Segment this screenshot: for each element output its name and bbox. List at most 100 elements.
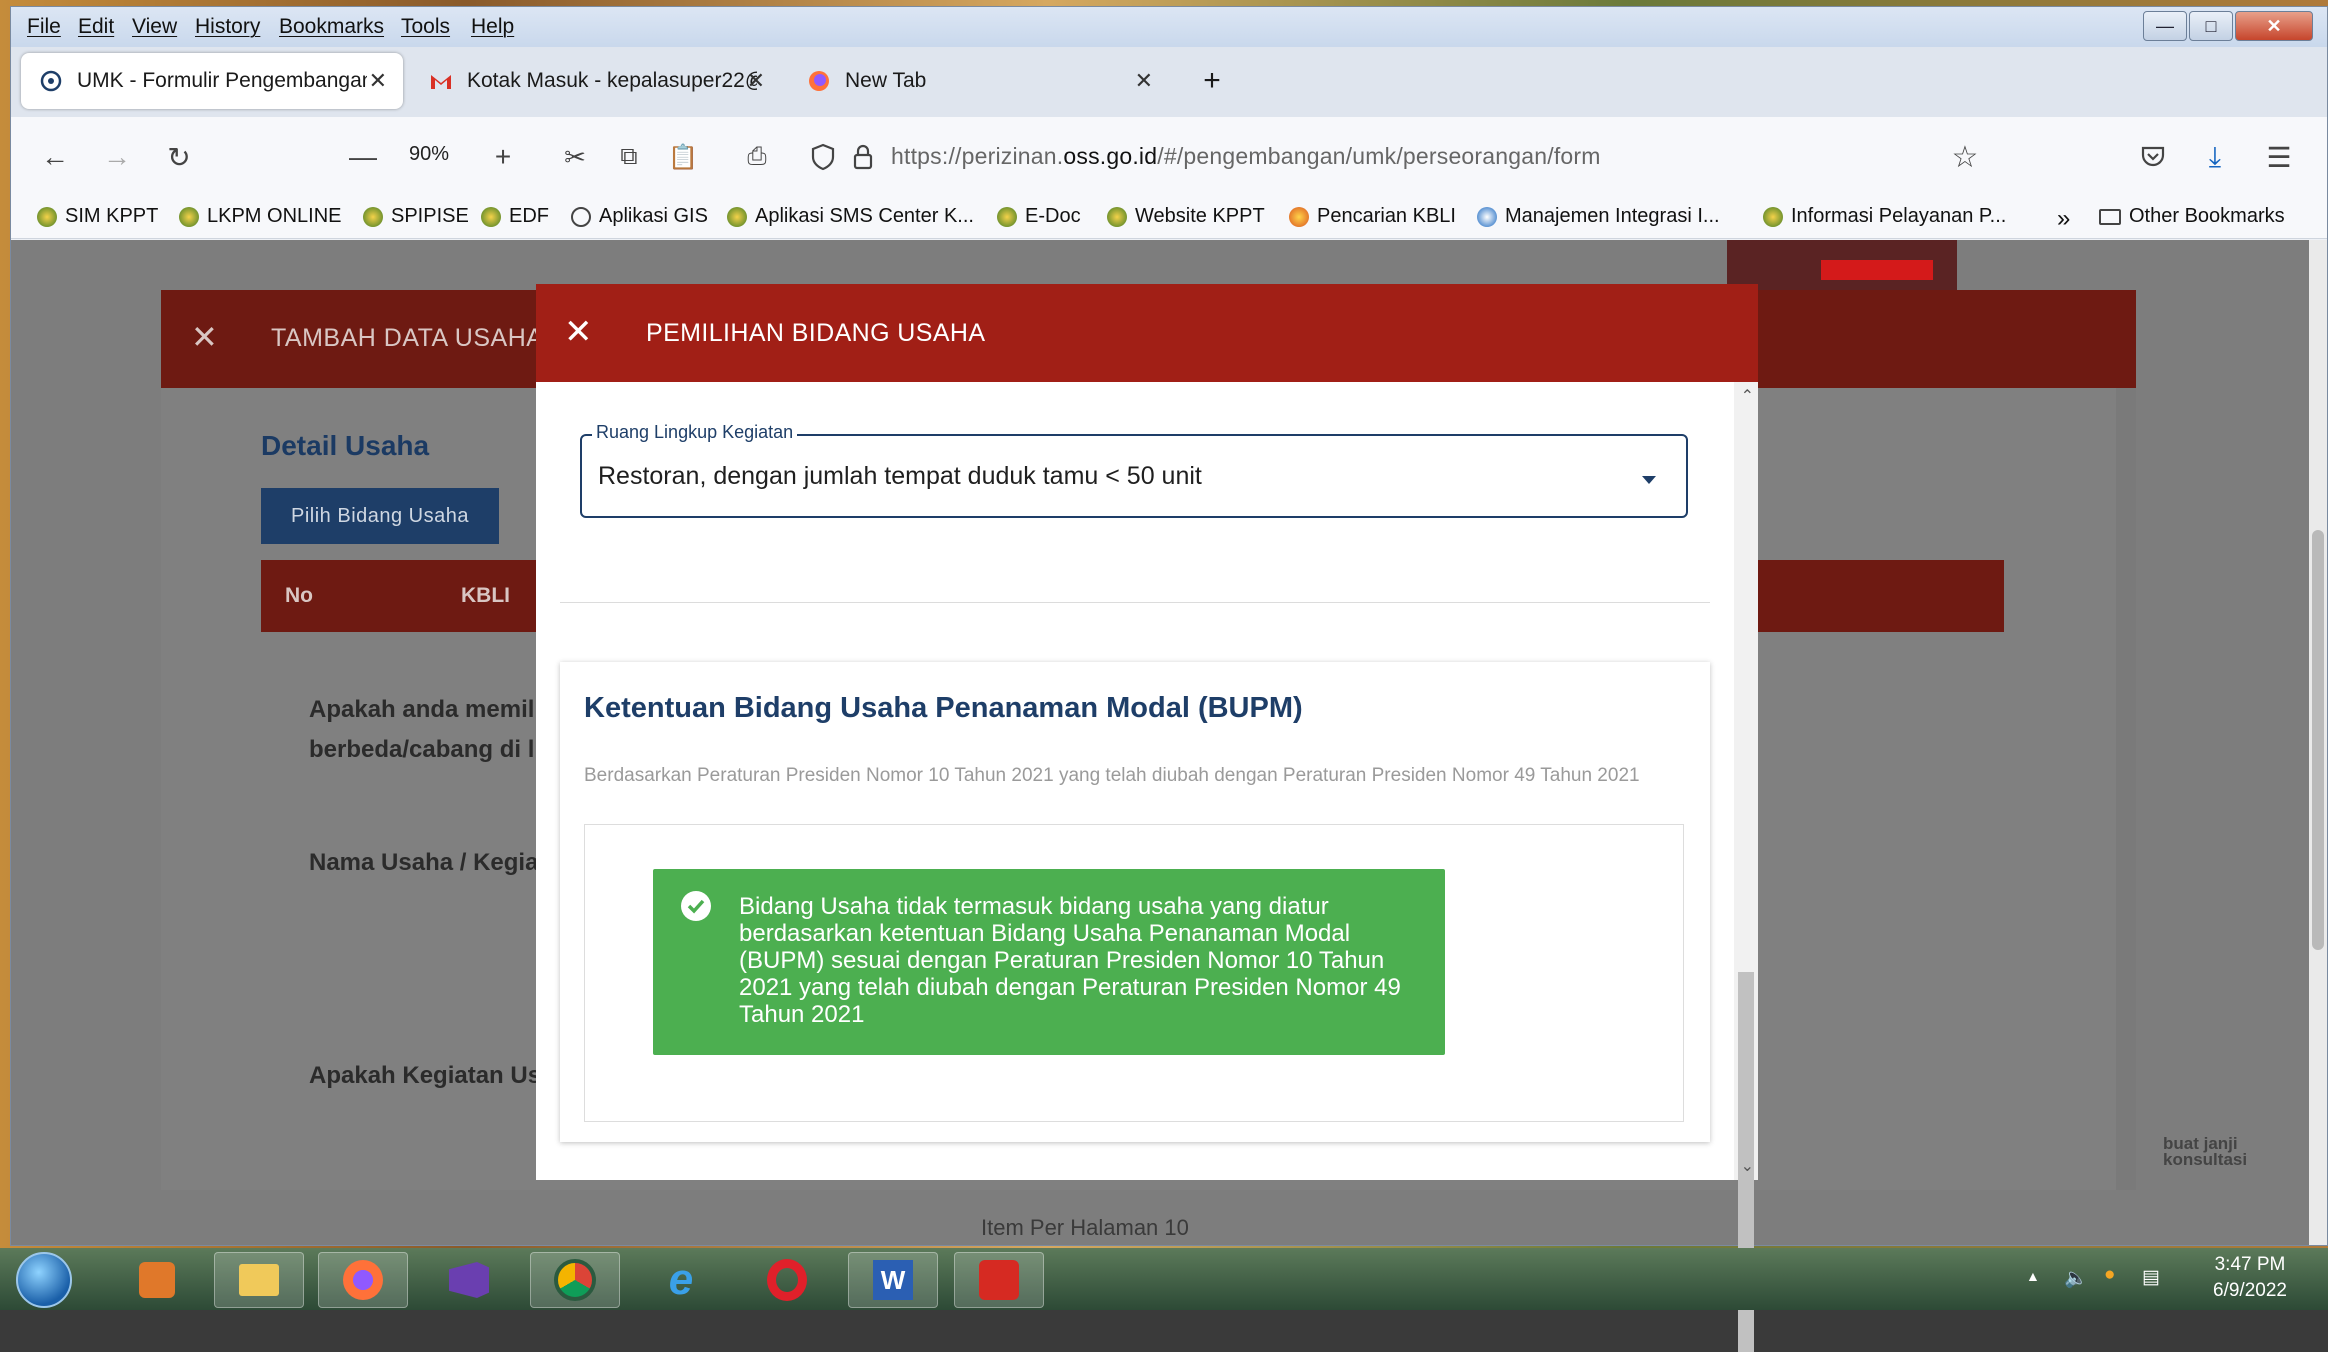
back-arrow-icon[interactable]: ← xyxy=(37,139,73,175)
tab-label: New Tab xyxy=(845,69,927,92)
bookmark-item[interactable]: Pencarian KBLI xyxy=(1289,205,1456,228)
bookmark-item[interactable]: SIM KPPT xyxy=(37,205,158,228)
page-scrollbar-thumb[interactable] xyxy=(2312,530,2324,950)
bookmark-item[interactable]: E-Doc xyxy=(997,205,1081,228)
cut-icon[interactable]: ✂ xyxy=(557,139,593,175)
pdf-icon[interactable] xyxy=(954,1252,1044,1308)
download-icon[interactable]: ⤓ xyxy=(2197,139,2233,175)
user-name-redacted xyxy=(1821,260,1933,280)
modal-scrollbar[interactable] xyxy=(2116,388,2136,1190)
menu-hamburger-icon[interactable]: ☰ xyxy=(2261,139,2297,175)
menu-tools[interactable]: Tools xyxy=(401,15,450,39)
chrome-icon[interactable] xyxy=(530,1252,620,1308)
bookmarks-overflow-icon[interactable]: » xyxy=(2057,205,2070,233)
ruang-lingkup-select[interactable]: Ruang Lingkup Kegiatan Restoran, dengan … xyxy=(580,422,1688,518)
dropdown-arrow-icon[interactable] xyxy=(1642,476,1656,484)
check-circle-icon xyxy=(681,891,711,921)
opera-icon[interactable] xyxy=(742,1252,832,1308)
paste-icon[interactable]: 📋 xyxy=(665,139,701,175)
zoom-level[interactable]: 90% xyxy=(409,143,449,166)
column-header-kbli: KBLI xyxy=(461,584,510,607)
modal-scrollbar[interactable]: ⌃ ⌄ xyxy=(1734,382,1758,1352)
forward-arrow-icon[interactable]: → xyxy=(99,139,135,175)
menu-edit[interactable]: Edit xyxy=(78,15,114,39)
visual-studio-icon[interactable] xyxy=(424,1252,514,1308)
tab-close-icon[interactable]: ✕ xyxy=(747,68,765,94)
page-scrollbar[interactable] xyxy=(2309,240,2327,1245)
menu-help[interactable]: Help xyxy=(471,15,514,39)
menu-bookmarks[interactable]: Bookmarks xyxy=(279,15,384,39)
close-icon[interactable]: ✕ xyxy=(191,318,218,356)
pemilihan-bidang-usaha-modal: ✕ PEMILIHAN BIDANG USAHA Ruang Lingkup K… xyxy=(536,284,1758,1352)
new-tab-button[interactable]: + xyxy=(1187,53,1237,109)
success-alert: Bidang Usaha tidak termasuk bidang usaha… xyxy=(653,869,1445,1055)
bookmark-item[interactable]: Aplikasi GIS xyxy=(571,205,708,228)
zoom-in-icon[interactable]: + xyxy=(485,139,521,175)
field-value: Restoran, dengan jumlah tempat duduk tam… xyxy=(598,462,1202,490)
scroll-down-icon[interactable]: ⌄ xyxy=(1741,1156,1754,1176)
items-per-page: Item Per Halaman 10 xyxy=(981,1215,1189,1240)
window-close-button[interactable]: ✕ xyxy=(2235,11,2313,41)
bookmark-item[interactable]: Website KPPT xyxy=(1107,205,1265,228)
zoom-out-icon[interactable]: — xyxy=(345,139,381,175)
reload-icon[interactable]: ↻ xyxy=(161,139,197,175)
internet-explorer-icon[interactable]: e xyxy=(636,1252,726,1308)
tab-close-icon[interactable]: ✕ xyxy=(369,68,387,94)
bookmark-favicon-icon xyxy=(363,206,383,227)
copy-icon[interactable]: ⧉ xyxy=(611,139,647,175)
tab-new-tab[interactable]: New Tab ✕ xyxy=(789,53,1169,109)
question-cabang: Apakah anda memil xyxy=(309,696,535,723)
bookmark-item[interactable]: LKPM ONLINE xyxy=(179,205,341,228)
minimize-button[interactable]: — xyxy=(2143,11,2187,41)
menu-history[interactable]: History xyxy=(195,15,260,39)
bookmark-star-icon[interactable]: ☆ xyxy=(1947,139,1983,175)
scroll-up-icon[interactable]: ⌃ xyxy=(1741,386,1754,406)
bookmarks-toolbar: SIM KPPT LKPM ONLINE SPIPISE EDF Aplikas… xyxy=(11,197,2327,239)
start-button[interactable] xyxy=(16,1252,72,1308)
bookmark-favicon-icon xyxy=(481,206,501,227)
file-explorer-icon[interactable] xyxy=(214,1252,304,1308)
tray-expand-icon[interactable]: ▲ xyxy=(2026,1268,2040,1284)
bookmark-item[interactable]: Aplikasi SMS Center K... xyxy=(727,205,974,228)
url-bar[interactable]: https://perizinan.oss.go.id/#/pengembang… xyxy=(891,143,1601,170)
close-icon[interactable]: ✕ xyxy=(564,312,593,352)
bookmark-favicon-icon xyxy=(1107,206,1127,227)
shield-icon[interactable] xyxy=(805,139,841,175)
avast-icon[interactable]: ● xyxy=(2104,1264,2115,1286)
media-player-icon[interactable] xyxy=(112,1252,202,1308)
bookmark-item[interactable]: Manajemen Integrasi I... xyxy=(1477,205,1720,228)
print-icon[interactable]: ⎙ xyxy=(739,139,775,175)
question-cabang-line2: berbeda/cabang di l xyxy=(309,736,535,763)
modal-title: PEMILIHAN BIDANG USAHA xyxy=(646,319,986,347)
clock-date: 6/9/2022 xyxy=(2213,1280,2287,1301)
word-icon[interactable]: W xyxy=(848,1252,938,1308)
firefox-icon xyxy=(807,69,831,93)
network-icon[interactable]: ▤ xyxy=(2142,1266,2160,1289)
firefox-taskbar-icon[interactable] xyxy=(318,1252,408,1308)
buat-janji-konsultasi-widget[interactable]: buat janji konsultasi xyxy=(2163,1135,2247,1168)
tab-umk-form[interactable]: UMK - Formulir Pengembangan ✕ xyxy=(21,53,403,109)
modal-title: TAMBAH DATA USAHA xyxy=(271,324,544,352)
lock-icon[interactable] xyxy=(845,139,881,175)
bookmark-item[interactable]: EDF xyxy=(481,205,549,228)
menu-view[interactable]: View xyxy=(132,15,177,39)
bookmark-favicon-icon xyxy=(1763,206,1783,227)
card-subtitle: Berdasarkan Peraturan Presiden Nomor 10 … xyxy=(584,765,1640,786)
tab-close-icon[interactable]: ✕ xyxy=(1135,68,1153,94)
bookmark-favicon-icon xyxy=(1289,206,1309,227)
pocket-icon[interactable] xyxy=(2135,139,2171,175)
bookmark-item[interactable]: SPIPISE xyxy=(363,205,469,228)
volume-icon[interactable]: 🔈 xyxy=(2064,1266,2088,1290)
maximize-button[interactable]: □ xyxy=(2189,11,2233,41)
clock[interactable]: 3:47 PM 6/9/2022 xyxy=(2190,1254,2310,1302)
divider xyxy=(560,602,1710,603)
apakah-kegiatan-label: Apakah Kegiatan Us xyxy=(309,1062,542,1089)
modal-header: ✕ PEMILIHAN BIDANG USAHA xyxy=(536,284,1758,382)
tab-gmail[interactable]: Kotak Masuk - kepalasuper22@ ✕ xyxy=(411,53,781,109)
modal-body: Ruang Lingkup Kegiatan Restoran, dengan … xyxy=(536,382,1734,1180)
bookmark-item[interactable]: Other Bookmarks xyxy=(2099,205,2285,228)
menu-file[interactable]: File xyxy=(27,15,61,39)
bookmark-item[interactable]: Informasi Pelayanan P... xyxy=(1763,205,2006,228)
pilih-bidang-usaha-button[interactable]: Pilih Bidang Usaha xyxy=(261,488,499,544)
column-header-no: No xyxy=(285,584,313,607)
